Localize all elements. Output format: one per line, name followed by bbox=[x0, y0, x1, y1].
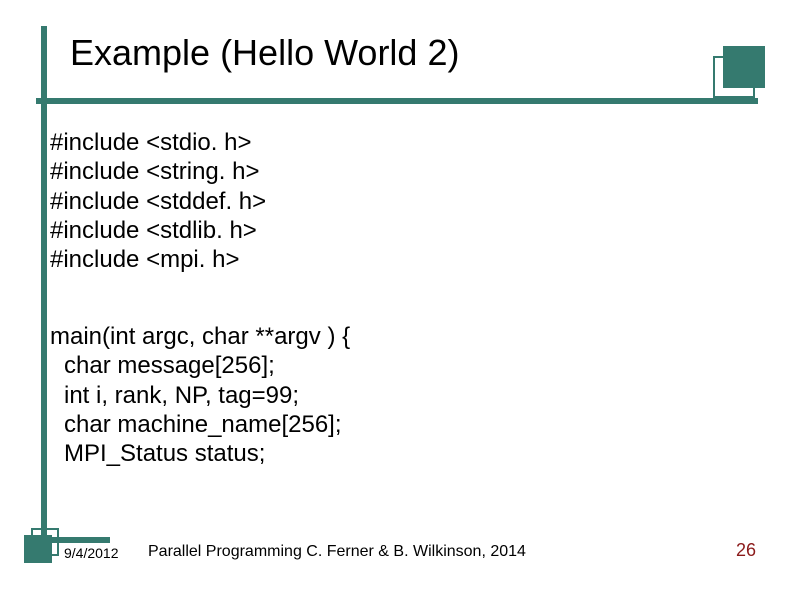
title-decorative-square bbox=[723, 46, 765, 88]
footer-date: 9/4/2012 bbox=[64, 545, 119, 561]
footer-decorative-square bbox=[24, 535, 52, 563]
code-line: char message[256]; bbox=[64, 351, 350, 380]
slide-number: 26 bbox=[736, 540, 756, 561]
code-line: MPI_Status status; bbox=[64, 439, 350, 468]
code-includes: #include <stdio. h> #include <string. h>… bbox=[50, 128, 266, 274]
title-underline bbox=[36, 98, 758, 104]
code-line: #include <stdio. h> bbox=[50, 128, 266, 157]
code-line: main(int argc, char **argv ) { bbox=[50, 322, 350, 351]
slide-title: Example (Hello World 2) bbox=[70, 32, 459, 74]
code-line: #include <mpi. h> bbox=[50, 245, 266, 274]
code-line: int i, rank, NP, tag=99; bbox=[64, 381, 350, 410]
code-main: main(int argc, char **argv ) { char mess… bbox=[50, 322, 350, 468]
code-line: char machine_name[256]; bbox=[64, 410, 350, 439]
code-line: #include <stddef. h> bbox=[50, 187, 266, 216]
code-line: #include <stdlib. h> bbox=[50, 216, 266, 245]
footer-text: Parallel Programming C. Ferner & B. Wilk… bbox=[148, 543, 526, 561]
code-line: #include <string. h> bbox=[50, 157, 266, 186]
slide: Example (Hello World 2) #include <stdio.… bbox=[0, 0, 794, 595]
